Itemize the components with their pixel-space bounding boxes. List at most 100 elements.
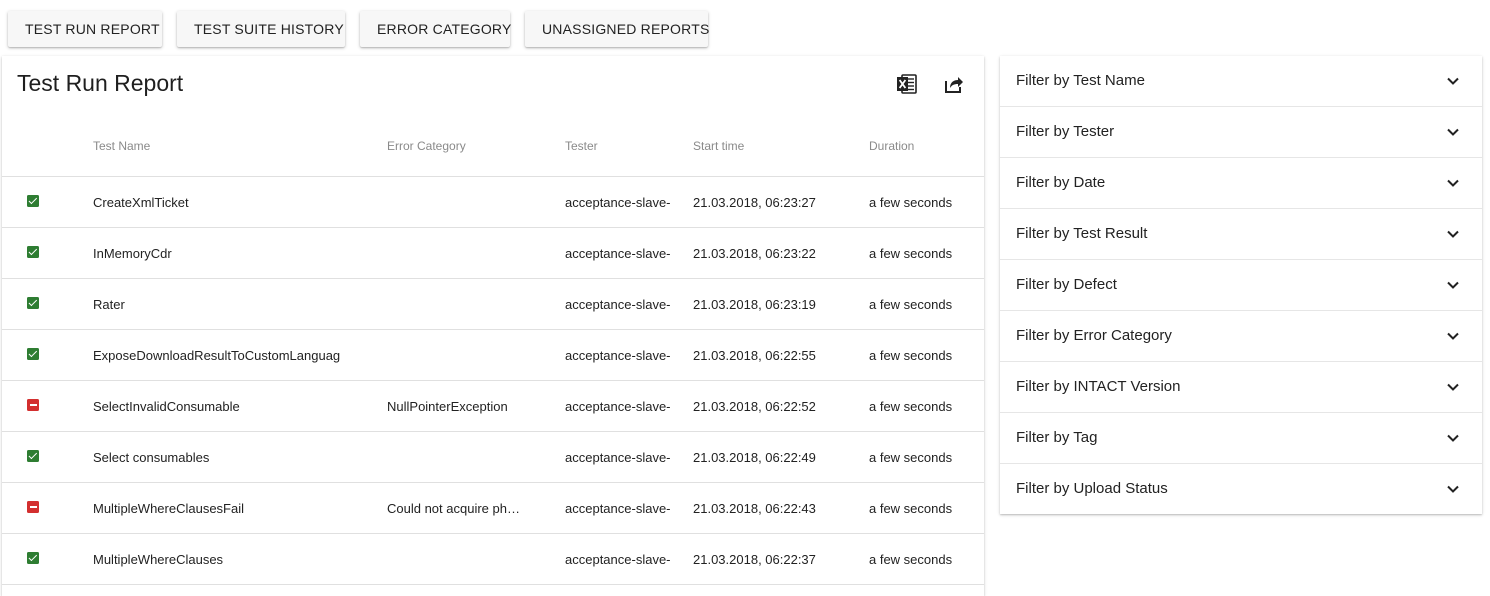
chevron-down-icon bbox=[1447, 128, 1459, 136]
test-name-cell: MultipleWhereClauses bbox=[93, 533, 387, 585]
table-row[interactable]: MultipleWhereClausesFail Could not acqui… bbox=[2, 482, 984, 534]
filter-label: Filter by Error Category bbox=[1016, 327, 1172, 344]
test-run-report-button[interactable]: TEST RUN REPORT bbox=[8, 11, 162, 47]
filter-defect[interactable]: Filter by Defect bbox=[1000, 260, 1482, 311]
unassigned-reports-button[interactable]: UNASSIGNED REPORTS bbox=[525, 11, 709, 47]
start-time-cell: 21.03.2018, 06:23:22 bbox=[693, 227, 869, 279]
excel-icon[interactable] bbox=[895, 72, 919, 96]
start-time-cell: 21.03.2018, 06:22:49 bbox=[693, 431, 869, 483]
test-name-cell: Select consumables bbox=[93, 431, 387, 483]
column-header-start-time[interactable]: Start time bbox=[693, 116, 869, 177]
tester-cell: acceptance-slave- bbox=[565, 482, 693, 534]
filter-date[interactable]: Filter by Date bbox=[1000, 158, 1482, 209]
chevron-down-icon bbox=[1447, 383, 1459, 391]
test-suite-history-button[interactable]: TEST SUITE HISTORY bbox=[177, 11, 345, 47]
column-header-test-name[interactable]: Test Name bbox=[93, 116, 387, 177]
error-category-cell bbox=[387, 431, 565, 483]
tester-cell: acceptance-slave- bbox=[565, 431, 693, 483]
test-name-cell: Rater bbox=[93, 278, 387, 330]
chevron-down-icon bbox=[1447, 434, 1459, 442]
test-name-cell: MultipleWhereClausesFail bbox=[93, 482, 387, 534]
table-row[interactable]: Rater acceptance-slave- 21.03.2018, 06:2… bbox=[2, 278, 984, 330]
error-category-cell: NullPointerException bbox=[387, 380, 565, 432]
filter-panel: Filter by Test Name Filter by Tester Fil… bbox=[1000, 56, 1482, 514]
filter-label: Filter by Tag bbox=[1016, 429, 1098, 446]
test-name-cell: ExposeDownloadResultToCustomLanguag bbox=[93, 329, 387, 381]
failed-status-icon bbox=[27, 399, 39, 412]
error-category-cell bbox=[387, 329, 565, 381]
chevron-down-icon bbox=[1447, 77, 1459, 85]
duration-cell: a few seconds bbox=[869, 227, 984, 279]
test-name-cell: SelectInvalidConsumable bbox=[93, 380, 387, 432]
duration-cell: a few seconds bbox=[869, 380, 984, 432]
chevron-down-icon bbox=[1447, 281, 1459, 289]
filter-label: Filter by Test Name bbox=[1016, 72, 1145, 89]
error-category-button[interactable]: ERROR CATEGORY bbox=[360, 11, 511, 47]
chevron-down-icon bbox=[1447, 179, 1459, 187]
table-row[interactable]: CreateXmlTicket acceptance-slave- 21.03.… bbox=[2, 176, 984, 228]
filter-label: Filter by Test Result bbox=[1016, 225, 1148, 242]
tester-cell: acceptance-slave- bbox=[565, 380, 693, 432]
failed-status-icon bbox=[27, 501, 39, 514]
filter-label: Filter by Tester bbox=[1016, 123, 1115, 140]
column-header-duration[interactable]: Duration bbox=[869, 116, 984, 177]
error-category-cell: Could not acquire ph… bbox=[387, 482, 565, 534]
share-icon[interactable] bbox=[942, 72, 966, 96]
error-category-cell bbox=[387, 176, 565, 228]
start-time-cell: 21.03.2018, 06:22:52 bbox=[693, 380, 869, 432]
column-header-tester[interactable]: Tester bbox=[565, 116, 693, 177]
filter-error-category[interactable]: Filter by Error Category bbox=[1000, 311, 1482, 362]
passed-status-icon bbox=[27, 348, 39, 361]
filter-label: Filter by Defect bbox=[1016, 276, 1117, 293]
passed-status-icon bbox=[27, 552, 39, 565]
duration-cell: a few seconds bbox=[869, 431, 984, 483]
filter-intact-version[interactable]: Filter by INTACT Version bbox=[1000, 362, 1482, 413]
error-category-cell bbox=[387, 533, 565, 585]
top-nav: TEST RUN REPORT TEST SUITE HISTORY ERROR… bbox=[8, 11, 709, 47]
filter-label: Filter by INTACT Version bbox=[1016, 378, 1181, 395]
passed-status-icon bbox=[27, 246, 39, 259]
tester-cell: acceptance-slave- bbox=[565, 329, 693, 381]
table-row[interactable]: ExposeDownloadResultToCustomLanguag acce… bbox=[2, 329, 984, 381]
tester-cell: acceptance-slave- bbox=[565, 533, 693, 585]
duration-cell: a few seconds bbox=[869, 176, 984, 228]
filter-tester[interactable]: Filter by Tester bbox=[1000, 107, 1482, 158]
tester-cell: acceptance-slave- bbox=[565, 278, 693, 330]
start-time-cell: 21.03.2018, 06:22:43 bbox=[693, 482, 869, 534]
table-row[interactable]: MultipleWhereClauses acceptance-slave- 2… bbox=[2, 533, 984, 585]
error-category-cell bbox=[387, 278, 565, 330]
filter-test-result[interactable]: Filter by Test Result bbox=[1000, 209, 1482, 260]
filter-upload-status[interactable]: Filter by Upload Status bbox=[1000, 464, 1482, 514]
filter-tag[interactable]: Filter by Tag bbox=[1000, 413, 1482, 464]
duration-cell: a few seconds bbox=[869, 278, 984, 330]
start-time-cell: 21.03.2018, 06:23:27 bbox=[693, 176, 869, 228]
passed-status-icon bbox=[27, 450, 39, 463]
passed-status-icon bbox=[27, 297, 39, 310]
tester-cell: acceptance-slave- bbox=[565, 227, 693, 279]
table-header-row: Test Name Error Category Tester Start ti… bbox=[2, 116, 984, 177]
column-header-status[interactable] bbox=[2, 116, 93, 177]
chevron-down-icon bbox=[1447, 332, 1459, 340]
filter-test-name[interactable]: Filter by Test Name bbox=[1000, 56, 1482, 107]
page-title: Test Run Report bbox=[17, 70, 184, 96]
table-row[interactable]: InMemoryCdr acceptance-slave- 21.03.2018… bbox=[2, 227, 984, 279]
chevron-down-icon bbox=[1447, 485, 1459, 493]
test-name-cell: CreateXmlTicket bbox=[93, 176, 387, 228]
passed-status-icon bbox=[27, 195, 39, 208]
test-run-report-card: Test Run Report Test Name Error Category… bbox=[2, 56, 984, 596]
column-header-error-category[interactable]: Error Category bbox=[387, 116, 565, 177]
duration-cell: a few seconds bbox=[869, 329, 984, 381]
filter-label: Filter by Upload Status bbox=[1016, 480, 1168, 497]
start-time-cell: 21.03.2018, 06:22:37 bbox=[693, 533, 869, 585]
table-row[interactable]: SelectInvalidConsumable NullPointerExcep… bbox=[2, 380, 984, 432]
duration-cell: a few seconds bbox=[869, 482, 984, 534]
error-category-cell bbox=[387, 227, 565, 279]
tester-cell: acceptance-slave- bbox=[565, 176, 693, 228]
chevron-down-icon bbox=[1447, 230, 1459, 238]
test-name-cell: InMemoryCdr bbox=[93, 227, 387, 279]
test-run-table: Test Name Error Category Tester Start ti… bbox=[2, 116, 984, 585]
filter-label: Filter by Date bbox=[1016, 174, 1106, 191]
table-row[interactable]: Select consumables acceptance-slave- 21.… bbox=[2, 431, 984, 483]
start-time-cell: 21.03.2018, 06:23:19 bbox=[693, 278, 869, 330]
duration-cell: a few seconds bbox=[869, 533, 984, 585]
